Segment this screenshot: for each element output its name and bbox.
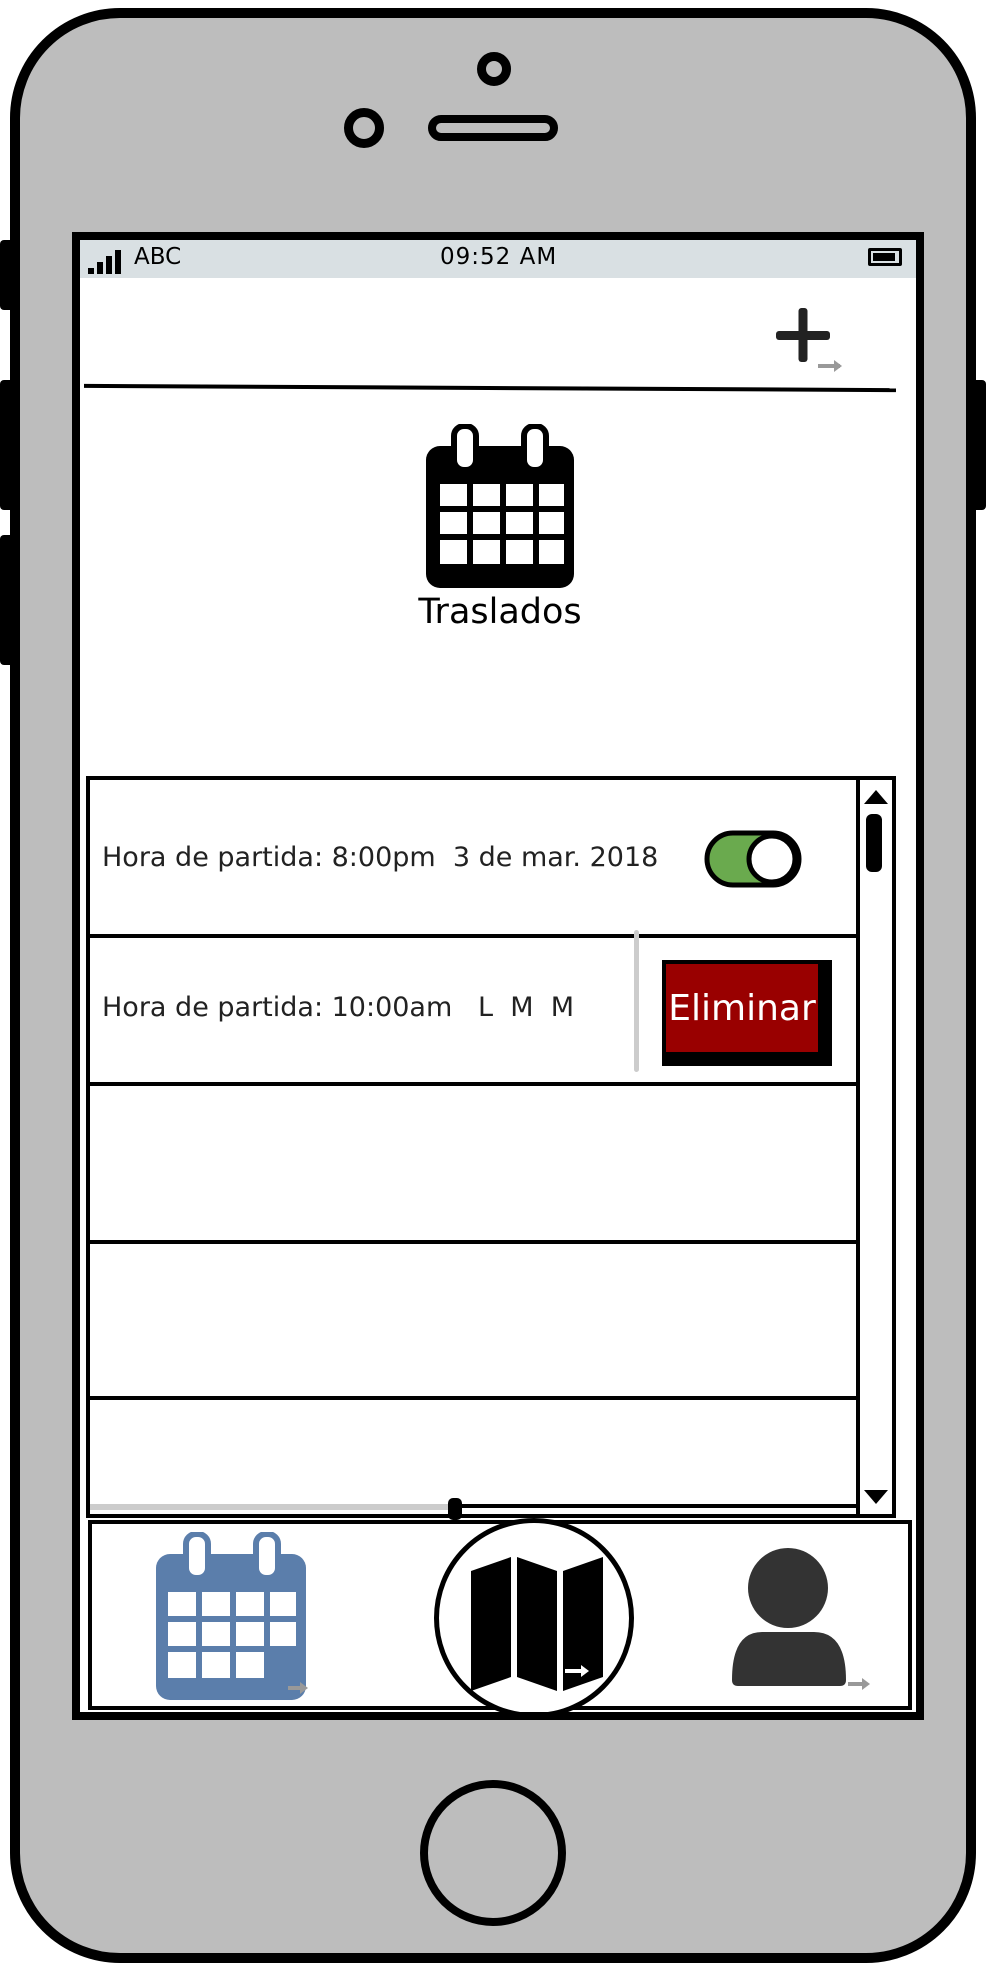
earpiece-speaker xyxy=(428,115,558,141)
scroll-track xyxy=(90,1504,450,1510)
toggle-switch[interactable] xyxy=(704,830,802,888)
transfer-list: Hora de partida: 8:00pm 3 de mar. 2018 H… xyxy=(86,776,896,1520)
list-item[interactable]: Hora de partida: 8:00pm 3 de mar. 2018 xyxy=(90,780,860,938)
plus-icon[interactable] xyxy=(770,300,850,380)
horizontal-scrollbar[interactable] xyxy=(90,1498,860,1520)
list-item-text: Hora de partida: 8:00pm 3 de mar. 2018 xyxy=(102,842,659,873)
scroll-down-arrow-icon[interactable] xyxy=(864,1490,888,1504)
swipe-divider xyxy=(634,930,639,1072)
tab-map[interactable] xyxy=(434,1518,634,1712)
tab-calendar-icon[interactable] xyxy=(152,1532,312,1704)
scroll-track xyxy=(462,1504,860,1508)
list-item-text: Hora de partida: 10:00am L M M xyxy=(102,992,574,1023)
list-item[interactable] xyxy=(90,1244,860,1400)
power-button xyxy=(972,380,986,510)
battery-icon xyxy=(868,248,902,266)
list-item[interactable] xyxy=(90,1086,860,1244)
list-item[interactable] xyxy=(90,1400,860,1500)
carrier-label: ABC xyxy=(134,244,182,270)
mute-switch xyxy=(0,240,14,310)
screen: ABC 09:52 AM Traslados Hora de partida: … xyxy=(72,232,924,1720)
vertical-scrollbar[interactable] xyxy=(856,780,890,1514)
volume-down-button xyxy=(0,535,14,665)
front-camera xyxy=(477,52,511,86)
scroll-thumb[interactable] xyxy=(866,814,882,872)
signal-icon xyxy=(88,250,121,274)
volume-up-button xyxy=(0,380,14,510)
header-divider xyxy=(83,383,897,393)
status-bar: ABC 09:52 AM xyxy=(80,240,916,278)
proximity-sensor xyxy=(344,108,384,148)
delete-button-label: Eliminar xyxy=(662,960,822,1056)
map-icon xyxy=(471,1557,603,1691)
delete-button[interactable]: Eliminar xyxy=(662,960,832,1066)
scroll-up-arrow-icon[interactable] xyxy=(864,790,888,804)
tab-bar xyxy=(88,1518,912,1712)
page-title: Traslados xyxy=(418,592,582,632)
calendar-icon xyxy=(426,424,574,588)
home-button[interactable] xyxy=(420,1780,566,1926)
scroll-thumb[interactable] xyxy=(448,1498,462,1520)
list-item[interactable]: Hora de partida: 10:00am L M M Eliminar xyxy=(90,930,860,1086)
tab-user-icon[interactable] xyxy=(728,1544,878,1704)
status-time: 09:52 AM xyxy=(440,244,558,270)
